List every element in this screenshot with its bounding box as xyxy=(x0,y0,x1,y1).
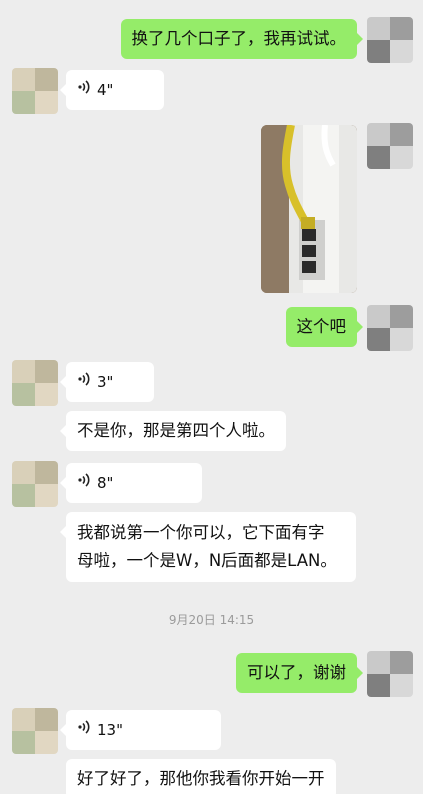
avatar-other[interactable] xyxy=(12,708,58,754)
message-bubble[interactable]: 我都说第一个你可以，它下面有字 母啦，一个是W，N后面都是LAN。 xyxy=(60,512,356,582)
router-photo[interactable] xyxy=(261,125,357,293)
message-bubble[interactable]: 换了几个口子了，我再试试。 xyxy=(120,19,363,59)
voice-duration: 8" xyxy=(97,474,114,492)
message-bubble[interactable]: 不是你，那是第四个人啦。 xyxy=(60,411,286,451)
avatar-other[interactable] xyxy=(12,360,58,406)
voice-wave-icon xyxy=(77,77,91,103)
voice-duration: 4" xyxy=(97,81,114,99)
message-text-line-1: 我都说第一个你可以，它下面有字 xyxy=(77,523,325,542)
avatar-self[interactable] xyxy=(367,17,413,63)
voice-wave-icon xyxy=(77,470,91,496)
voice-message[interactable]: 8" xyxy=(60,463,202,503)
avatar-other[interactable] xyxy=(12,461,58,507)
message-bubble[interactable]: 好了好了，那他你我看你开始一开 xyxy=(66,759,336,794)
message-text: 换了几个口子了，我再试试。 xyxy=(131,29,347,48)
avatar-self[interactable] xyxy=(367,651,413,697)
message-text: 好了好了，那他你我看你开始一开 xyxy=(77,769,325,788)
voice-wave-icon xyxy=(77,717,91,743)
message-text: 这个吧 xyxy=(296,317,347,336)
message-text-line-2: 母啦，一个是W，N后面都是LAN。 xyxy=(77,551,337,570)
voice-wave-icon xyxy=(77,369,91,395)
router-photo-image xyxy=(261,125,357,293)
message-bubble[interactable]: 这个吧 xyxy=(285,307,363,347)
avatar-other[interactable] xyxy=(12,68,58,114)
avatar-self[interactable] xyxy=(367,123,413,169)
timestamp: 9月20日 14:15 xyxy=(168,613,255,627)
voice-message[interactable]: 4" xyxy=(60,70,164,110)
voice-message[interactable]: 3" xyxy=(60,362,154,402)
message-text: 不是你，那是第四个人啦。 xyxy=(77,421,275,440)
avatar-self[interactable] xyxy=(367,305,413,351)
message-text: 可以了，谢谢 xyxy=(247,663,346,682)
voice-message[interactable]: 13" xyxy=(60,710,221,750)
voice-duration: 3" xyxy=(97,373,114,391)
message-bubble[interactable]: 可以了，谢谢 xyxy=(236,653,363,693)
voice-duration: 13" xyxy=(97,721,123,739)
